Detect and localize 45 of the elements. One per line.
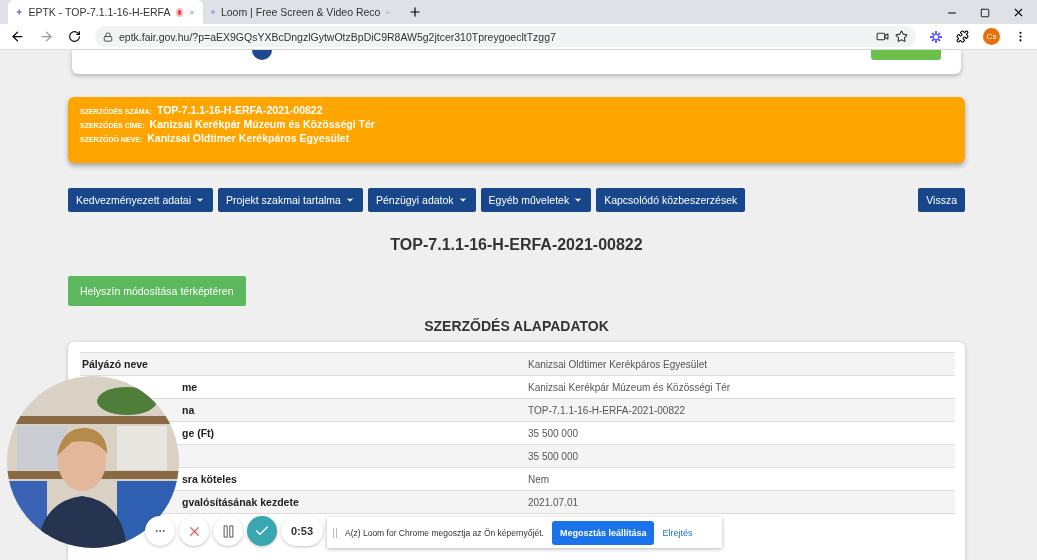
logo-icon bbox=[16, 6, 23, 18]
menu-button[interactable]: Egyéb műveletek bbox=[480, 188, 592, 212]
notice-text: A(z) Loom for Chrome megosztja az Ön képernyőjét. bbox=[345, 527, 544, 538]
new-tab-icon[interactable] bbox=[408, 5, 422, 19]
field-label: me bbox=[181, 381, 199, 393]
reload-icon[interactable] bbox=[68, 30, 81, 43]
field-label: sra köteles bbox=[181, 473, 238, 485]
pause-icon bbox=[220, 523, 236, 539]
logo-icon bbox=[252, 50, 272, 60]
menu-button[interactable]: Pénzügyi adatok bbox=[367, 188, 476, 212]
address-bar[interactable]: eptk.fair.gov.hu/?p=aEX9GQsYXBcDngzlGytwOtzBpDiC9R8AW5g2jtcer310TpreygoecltTzgg7 bbox=[95, 26, 916, 47]
menu-button[interactable]: Kedvezményezett adatai bbox=[68, 188, 213, 212]
section-title: SZERZŐDÉS ALAPADATOK bbox=[424, 318, 609, 334]
browser-tab[interactable]: EPTK - TOP-7.1.1-16-H-ERFA bbox=[8, 0, 203, 24]
menu-button[interactable]: Projekt szakmai tartalma bbox=[218, 188, 363, 212]
field-label: na bbox=[181, 404, 196, 416]
field-value: TOP-7.1.1-16-H-ERFA-2021-00822 bbox=[528, 404, 686, 416]
stop-sharing-button[interactable]: Megosztás leállítása bbox=[551, 520, 655, 545]
page-title: TOP-7.1.1-16-H-ERFA-2021-00822 bbox=[390, 236, 643, 254]
field-value: Kanizsai Oldtimer Kerékpáros Egyesület bbox=[528, 358, 707, 370]
drag-handle-icon[interactable] bbox=[333, 527, 337, 538]
close-icon[interactable] bbox=[1012, 6, 1025, 19]
field-value: 2021.07.01 bbox=[528, 496, 579, 508]
bookmark-icon[interactable] bbox=[895, 30, 908, 43]
banner-value: Kanizsai Kerékpár Múzeum és Közösségi Tér bbox=[149, 118, 375, 130]
starburst-icon bbox=[930, 30, 942, 43]
field-label: gvalósításának kezdete bbox=[181, 496, 300, 508]
browser-tab[interactable]: Loom | Free Screen & Video Reco bbox=[203, 0, 398, 24]
menu-button[interactable]: Kapcsolódó közbeszerzések bbox=[596, 188, 746, 212]
camera-icon[interactable] bbox=[876, 30, 889, 43]
back-button[interactable]: Vissza bbox=[918, 188, 965, 212]
field-value: 35 500 000 bbox=[528, 450, 579, 462]
forward-icon[interactable] bbox=[39, 29, 54, 44]
back-icon[interactable] bbox=[10, 29, 25, 44]
extensions-icon[interactable] bbox=[956, 30, 969, 43]
banner-value: TOP-7.1.1-16-H-ERFA-2021-00822 bbox=[156, 104, 323, 116]
field-label: ge (Ft) bbox=[181, 427, 216, 439]
banner-value: Kanizsai Oldtimer Kerékpáros Egyesület bbox=[147, 132, 350, 144]
field-value: Nem bbox=[528, 473, 550, 485]
lock-icon bbox=[103, 31, 113, 42]
field-value: 35 500 000 bbox=[528, 427, 579, 439]
field-value: Kanizsai Kerékpár Múzeum és Közösségi Tér bbox=[528, 381, 731, 393]
maximize-icon[interactable] bbox=[980, 7, 990, 18]
field-label: Pályázó neve bbox=[81, 358, 149, 370]
hide-link[interactable]: Elrejtés bbox=[662, 527, 693, 538]
